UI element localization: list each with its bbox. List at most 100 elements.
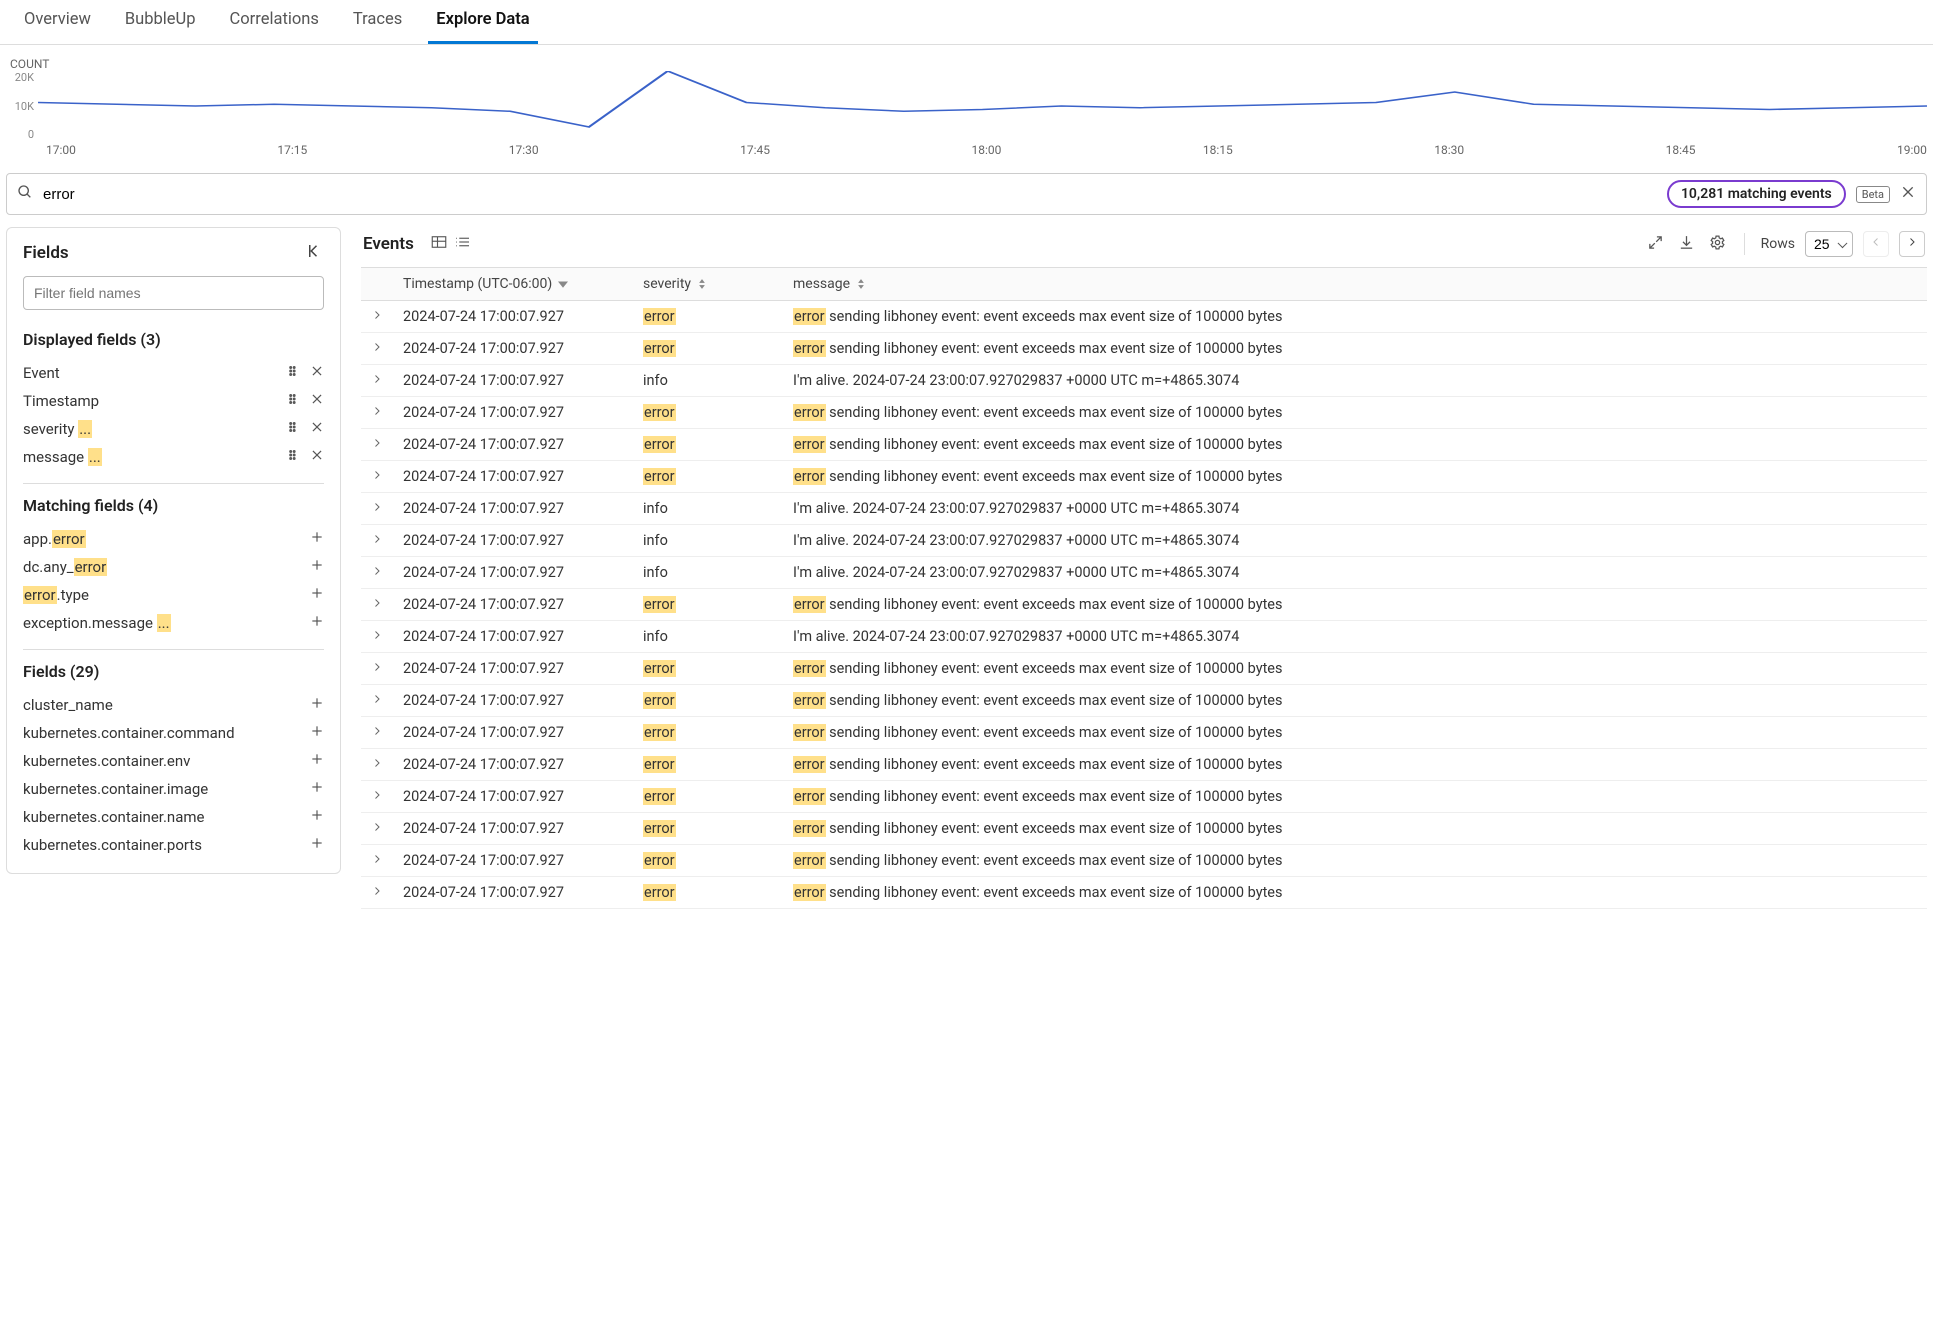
table-row[interactable]: 2024-07-24 17:00:07.927errorerror sendin… (361, 653, 1927, 685)
table-row[interactable]: 2024-07-24 17:00:07.927infoI'm alive. 20… (361, 365, 1927, 397)
remove-field-button[interactable] (310, 364, 324, 382)
column-message[interactable]: message (783, 268, 1927, 301)
matching-field-row[interactable]: exception.message ... (23, 609, 324, 637)
field-row[interactable]: kubernetes.container.env (23, 747, 324, 775)
matching-field-row[interactable]: app.error (23, 525, 324, 553)
displayed-field-row[interactable]: Event (23, 359, 324, 387)
table-row[interactable]: 2024-07-24 17:00:07.927errorerror sendin… (361, 333, 1927, 365)
expand-row-button[interactable] (371, 404, 383, 421)
expand-row-button[interactable] (371, 692, 383, 709)
table-row[interactable]: 2024-07-24 17:00:07.927errorerror sendin… (361, 749, 1927, 781)
field-row[interactable]: kubernetes.container.image (23, 775, 324, 803)
table-row[interactable]: 2024-07-24 17:00:07.927errorerror sendin… (361, 877, 1927, 909)
plus-icon (310, 558, 324, 576)
table-row[interactable]: 2024-07-24 17:00:07.927errorerror sendin… (361, 461, 1927, 493)
remove-field-button[interactable] (310, 448, 324, 466)
expand-row-button[interactable] (371, 628, 383, 645)
expand-row-button[interactable] (371, 660, 383, 677)
table-row[interactable]: 2024-07-24 17:00:07.927infoI'm alive. 20… (361, 493, 1927, 525)
field-row[interactable]: kubernetes.container.command (23, 719, 324, 747)
add-field-button[interactable] (310, 530, 324, 548)
chevron-right-icon (371, 308, 383, 325)
add-field-button[interactable] (310, 808, 324, 826)
table-row[interactable]: 2024-07-24 17:00:07.927errorerror sendin… (361, 717, 1927, 749)
matching-field-row[interactable]: dc.any_error (23, 553, 324, 581)
displayed-field-row[interactable]: Timestamp (23, 387, 324, 415)
expand-button[interactable] (1645, 232, 1666, 257)
filter-fields-input[interactable] (23, 276, 324, 310)
settings-button[interactable] (1707, 232, 1728, 257)
search-input[interactable] (43, 186, 1657, 203)
tab-bubbleup[interactable]: BubbleUp (117, 0, 204, 44)
tab-explore-data[interactable]: Explore Data (428, 0, 537, 44)
table-row[interactable]: 2024-07-24 17:00:07.927errorerror sendin… (361, 397, 1927, 429)
collapse-panel-button[interactable] (306, 242, 324, 264)
add-field-button[interactable] (310, 586, 324, 604)
expand-row-button[interactable] (371, 852, 383, 869)
remove-field-button[interactable] (310, 392, 324, 410)
add-field-button[interactable] (310, 558, 324, 576)
cell-timestamp: 2024-07-24 17:00:07.927 (393, 525, 633, 557)
expand-row-button[interactable] (371, 436, 383, 453)
expand-row-button[interactable] (371, 500, 383, 517)
table-row[interactable]: 2024-07-24 17:00:07.927infoI'm alive. 20… (361, 557, 1927, 589)
expand-row-button[interactable] (371, 340, 383, 357)
displayed-field-row[interactable]: message ... (23, 443, 324, 471)
drag-handle-icon[interactable] (286, 392, 300, 410)
add-field-button[interactable] (310, 780, 324, 798)
field-row[interactable]: kubernetes.container.name (23, 803, 324, 831)
expand-row-button[interactable] (371, 756, 383, 773)
cell-severity: info (633, 525, 783, 557)
expand-row-button[interactable] (371, 308, 383, 325)
tab-overview[interactable]: Overview (16, 0, 99, 44)
view-table-button[interactable] (428, 231, 450, 257)
table-row[interactable]: 2024-07-24 17:00:07.927errorerror sendin… (361, 781, 1927, 813)
expand-row-button[interactable] (371, 820, 383, 837)
expand-row-button[interactable] (371, 788, 383, 805)
prev-page-button[interactable] (1863, 231, 1889, 257)
table-row[interactable]: 2024-07-24 17:00:07.927infoI'm alive. 20… (361, 621, 1927, 653)
view-list-button[interactable] (452, 231, 474, 257)
field-row[interactable]: kubernetes.container.ports (23, 831, 324, 859)
remove-field-button[interactable] (310, 420, 324, 438)
drag-handle-icon[interactable] (286, 448, 300, 466)
drag-handle-icon[interactable] (286, 420, 300, 438)
table-row[interactable]: 2024-07-24 17:00:07.927errorerror sendin… (361, 845, 1927, 877)
expand-row-button[interactable] (371, 564, 383, 581)
expand-row-button[interactable] (371, 596, 383, 613)
clear-search-button[interactable] (1900, 184, 1916, 204)
rows-select[interactable]: 25 (1805, 231, 1853, 257)
displayed-field-row[interactable]: severity ... (23, 415, 324, 443)
table-row[interactable]: 2024-07-24 17:00:07.927errorerror sendin… (361, 813, 1927, 845)
expand-row-button[interactable] (371, 532, 383, 549)
chevron-right-icon (371, 628, 383, 645)
table-row[interactable]: 2024-07-24 17:00:07.927errorerror sendin… (361, 301, 1927, 333)
divider (23, 649, 324, 650)
field-row[interactable]: cluster_name (23, 691, 324, 719)
table-row[interactable]: 2024-07-24 17:00:07.927errorerror sendin… (361, 589, 1927, 621)
table-row[interactable]: 2024-07-24 17:00:07.927errorerror sendin… (361, 429, 1927, 461)
add-field-button[interactable] (310, 696, 324, 714)
download-button[interactable] (1676, 232, 1697, 257)
gear-icon (1709, 239, 1726, 255)
expand-row-button[interactable] (371, 372, 383, 389)
field-name: kubernetes.container.command (23, 724, 310, 742)
count-line-chart[interactable] (38, 71, 1927, 141)
expand-row-button[interactable] (371, 468, 383, 485)
add-field-button[interactable] (310, 614, 324, 632)
matching-field-row[interactable]: error.type (23, 581, 324, 609)
add-field-button[interactable] (310, 836, 324, 854)
add-field-button[interactable] (310, 724, 324, 742)
expand-row-button[interactable] (371, 884, 383, 901)
add-field-button[interactable] (310, 752, 324, 770)
table-row[interactable]: 2024-07-24 17:00:07.927infoI'm alive. 20… (361, 525, 1927, 557)
table-row[interactable]: 2024-07-24 17:00:07.927errorerror sendin… (361, 685, 1927, 717)
chevron-right-icon (371, 724, 383, 741)
column-severity[interactable]: severity (633, 268, 783, 301)
tab-traces[interactable]: Traces (345, 0, 410, 44)
tab-correlations[interactable]: Correlations (222, 0, 327, 44)
next-page-button[interactable] (1899, 231, 1925, 257)
column-timestamp[interactable]: Timestamp (UTC-06:00) (393, 268, 633, 301)
drag-handle-icon[interactable] (286, 364, 300, 382)
expand-row-button[interactable] (371, 724, 383, 741)
